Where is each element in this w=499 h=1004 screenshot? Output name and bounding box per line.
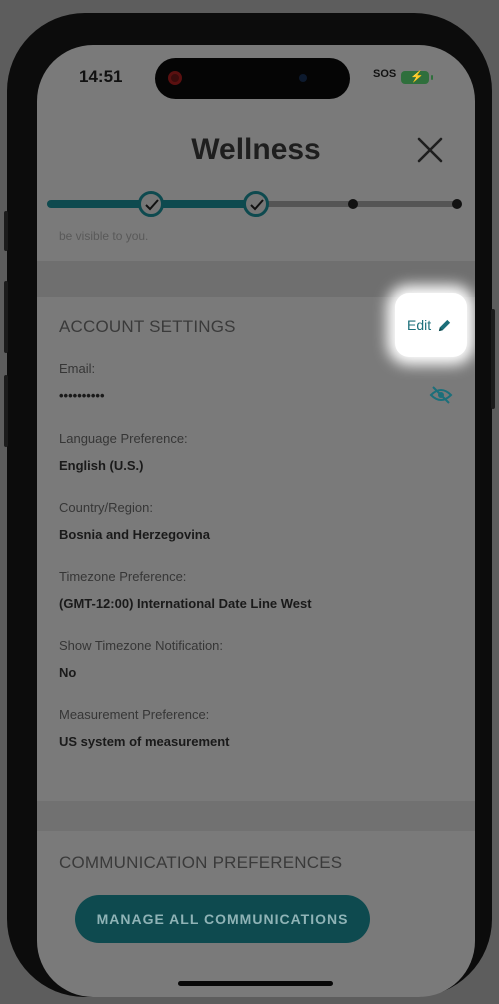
power-button — [491, 309, 495, 409]
timezone-notification-value: No — [59, 665, 77, 680]
timezone-notification-label: Show Timezone Notification: — [59, 638, 224, 653]
battery-charging-icon: ⚡ — [401, 71, 433, 84]
page-title: Wellness — [191, 133, 321, 166]
manage-all-communications-button[interactable]: MANAGE ALL COMMUNICATIONS — [75, 895, 370, 943]
account-settings-title: ACCOUNT SETTINGS — [59, 317, 236, 336]
section-divider — [37, 801, 475, 831]
email-label: Email: — [59, 361, 96, 376]
step-1-complete-icon — [138, 191, 164, 217]
dynamic-island — [155, 58, 350, 99]
volume-up-button — [4, 281, 8, 353]
status-bar: 14:51 SOS ⚡ — [37, 45, 475, 115]
measurement-value: US system of measurement — [59, 734, 230, 749]
edit-button[interactable]: Edit — [407, 317, 452, 333]
timezone-label: Timezone Preference: — [59, 569, 187, 584]
sos-indicator: SOS — [373, 69, 396, 80]
camera-icon — [299, 74, 307, 82]
recording-indicator-icon — [168, 71, 182, 85]
language-value: English (U.S.) — [59, 458, 144, 473]
edit-label: Edit — [407, 317, 432, 333]
section-divider — [37, 261, 475, 297]
pencil-icon — [439, 319, 451, 331]
communication-preferences-title: COMMUNICATION PREFERENCES — [59, 853, 343, 872]
screen: 14:51 SOS ⚡ Wellness be visible to you. … — [37, 45, 475, 997]
country-label: Country/Region: — [59, 500, 153, 515]
close-icon[interactable] — [415, 135, 445, 165]
status-time: 14:51 — [79, 67, 123, 86]
sos-label: SOS — [373, 68, 397, 80]
timezone-value: (GMT-12:00) International Date Line West — [59, 596, 312, 611]
language-label: Language Preference: — [59, 431, 188, 446]
home-indicator[interactable] — [178, 981, 333, 986]
volume-down-button — [4, 375, 8, 447]
eye-slash-icon[interactable] — [429, 385, 453, 405]
step-2-complete-icon — [243, 191, 269, 217]
action-button — [4, 211, 8, 251]
measurement-label: Measurement Preference: — [59, 707, 210, 722]
step-4-dot — [452, 199, 462, 209]
intro-text: be visible to you. — [59, 229, 149, 243]
progress-stepper — [47, 191, 467, 217]
email-value: •••••••••• — [59, 388, 105, 403]
country-value: Bosnia and Herzegovina — [59, 527, 210, 542]
step-3-dot — [348, 199, 358, 209]
phone-frame: 14:51 SOS ⚡ Wellness be visible to you. … — [4, 13, 495, 997]
